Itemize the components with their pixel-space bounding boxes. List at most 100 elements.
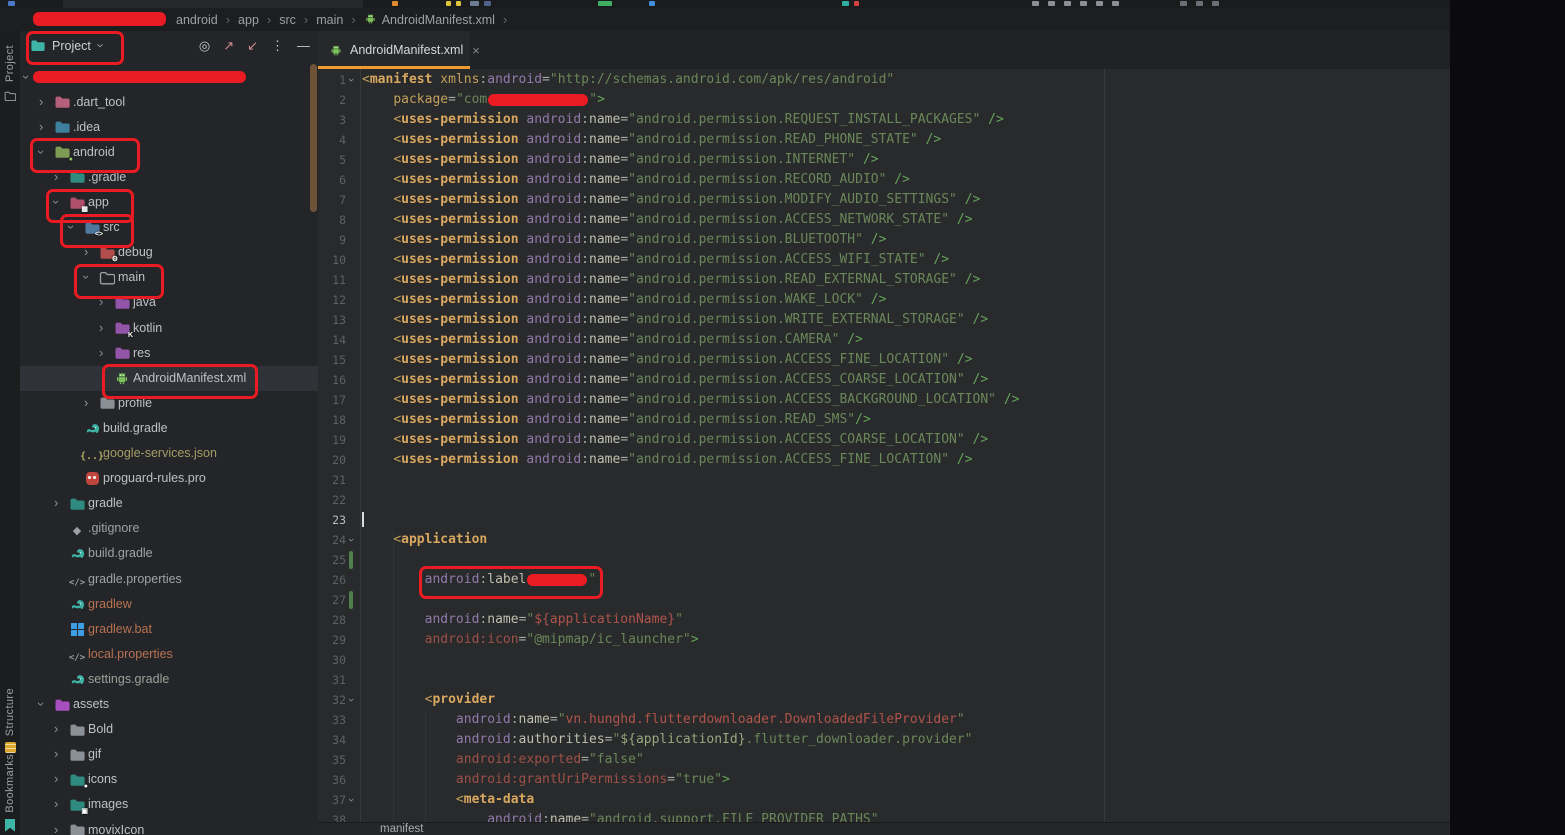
code-line-29[interactable]: android:icon="@mipmap/ic_launcher"> xyxy=(362,630,699,650)
chevron-collapsed-icon[interactable]: › xyxy=(84,396,88,410)
code-line-36[interactable]: android:grantUriPermissions="true"> xyxy=(362,770,730,790)
tree-item-gradle.properties[interactable]: </>gradle.properties xyxy=(20,567,318,592)
code-line-37[interactable]: <meta-data xyxy=(362,790,534,810)
tree-item-java[interactable]: ›java xyxy=(20,290,318,315)
breadcrumb-item-src[interactable]: src xyxy=(279,13,296,27)
chevron-collapsed-icon[interactable]: › xyxy=(84,245,88,259)
code-line-38[interactable]: android:name="android.support.FILE_PROVI… xyxy=(362,810,879,822)
tree-item-local.properties[interactable]: </>local.properties xyxy=(20,642,318,667)
code-line-4[interactable]: <uses-permission android:name="android.p… xyxy=(362,130,941,150)
chevron-collapsed-icon[interactable]: › xyxy=(54,823,58,835)
tree-item-res[interactable]: ›res xyxy=(20,341,318,366)
tree-item-gif[interactable]: ›gif xyxy=(20,742,318,767)
tree-item-.idea[interactable]: ›.idea xyxy=(20,115,318,140)
tree-item-AndroidManifest.xml[interactable]: AndroidManifest.xml xyxy=(20,366,318,391)
code-line-13[interactable]: <uses-permission android:name="android.p… xyxy=(362,310,988,330)
breadcrumb-item-android[interactable]: android xyxy=(176,13,218,27)
tree-item-app[interactable]: ›▦app xyxy=(20,190,318,215)
tree-item-profile[interactable]: ›profile xyxy=(20,391,318,416)
tree-item-kotlin[interactable]: ›Kkotlin xyxy=(20,316,318,341)
breadcrumb-item-main[interactable]: main xyxy=(316,13,343,27)
chevron-collapsed-icon[interactable]: › xyxy=(54,496,58,510)
chevron-expanded-icon[interactable]: › xyxy=(49,200,63,204)
chevron-collapsed-icon[interactable]: › xyxy=(54,797,58,811)
code-line-26[interactable]: android:label" xyxy=(362,570,596,590)
code-line-3[interactable]: <uses-permission android:name="android.p… xyxy=(362,110,1004,130)
tree-item-icons[interactable]: ›●icons xyxy=(20,767,318,792)
code-line-28[interactable]: android:name="${applicationName}" xyxy=(362,610,683,630)
tree-item-gradlew.bat[interactable]: gradlew.bat xyxy=(20,617,318,642)
chevron-collapsed-icon[interactable]: › xyxy=(39,95,43,109)
chevron-expanded-icon[interactable]: › xyxy=(34,150,48,154)
tree-item-root[interactable]: › xyxy=(20,65,318,90)
tree-item-gradle[interactable]: ›gradle xyxy=(20,491,318,516)
tree-item-build.gradle[interactable]: build.gradle xyxy=(20,416,318,441)
chevron-collapsed-icon[interactable]: › xyxy=(54,722,58,736)
code-line-7[interactable]: <uses-permission android:name="android.p… xyxy=(362,190,980,210)
tree-item-android[interactable]: ›●android xyxy=(20,140,318,165)
tab-androidmanifest[interactable]: AndroidManifest.xml × xyxy=(318,31,470,69)
code-line-15[interactable]: <uses-permission android:name="android.p… xyxy=(362,350,973,370)
chevron-expanded-icon[interactable]: › xyxy=(20,74,33,78)
code-line-34[interactable]: android:authorities="${applicationId}.fl… xyxy=(362,730,973,750)
tree-item-gradlew[interactable]: gradlew xyxy=(20,592,318,617)
tree-item-assets[interactable]: ›assets xyxy=(20,692,318,717)
code-line-6[interactable]: <uses-permission android:name="android.p… xyxy=(362,170,910,190)
project-tree-scrollbar[interactable] xyxy=(310,64,317,212)
chevron-expanded-icon[interactable]: › xyxy=(79,275,93,279)
code-line-24[interactable]: <application xyxy=(362,530,487,550)
breadcrumb-item-app[interactable]: app xyxy=(238,13,259,27)
code-line-8[interactable]: <uses-permission android:name="android.p… xyxy=(362,210,973,230)
code-line-18[interactable]: <uses-permission android:name="android.p… xyxy=(362,410,871,430)
code-line-14[interactable]: <uses-permission android:name="android.p… xyxy=(362,330,863,350)
tree-item-.gitignore[interactable]: ◆.gitignore xyxy=(20,516,318,541)
code-line-2[interactable]: package="com"> xyxy=(362,90,605,110)
tree-item-main[interactable]: ›main xyxy=(20,265,318,290)
tree-item-settings.gradle[interactable]: settings.gradle xyxy=(20,667,318,692)
tree-item-proguard-rules.pro[interactable]: proguard-rules.pro xyxy=(20,466,318,491)
close-tab-icon[interactable]: × xyxy=(472,43,480,58)
tree-item-debug[interactable]: ›⚙debug xyxy=(20,240,318,265)
chevron-collapsed-icon[interactable]: › xyxy=(99,321,103,335)
tree-item-Bold[interactable]: ›Bold xyxy=(20,717,318,742)
chevron-collapsed-icon[interactable]: › xyxy=(54,170,58,184)
tree-item-movixIcon[interactable]: ›movixIcon xyxy=(20,818,318,835)
code-line-19[interactable]: <uses-permission android:name="android.p… xyxy=(362,430,988,450)
breadcrumb-manifest[interactable]: manifest xyxy=(380,823,423,835)
tree-item-google-services.json[interactable]: {..}google-services.json xyxy=(20,441,318,466)
chevron-collapsed-icon[interactable]: › xyxy=(54,747,58,761)
tree-item-.dart_tool[interactable]: ›.dart_tool xyxy=(20,90,318,115)
code-line-20[interactable]: <uses-permission android:name="android.p… xyxy=(362,450,973,470)
breadcrumb-item-androidmanifest.xml[interactable]: AndroidManifest.xml xyxy=(364,12,495,28)
chevron-expanded-icon[interactable]: › xyxy=(64,225,78,229)
tree-item-src[interactable]: ›<>src xyxy=(20,215,318,240)
code-editor[interactable]: 1›23456789101112131415161718192021222324… xyxy=(318,69,1450,822)
fold-marker-icon[interactable]: › xyxy=(341,78,361,82)
code-line-11[interactable]: <uses-permission android:name="android.p… xyxy=(362,270,980,290)
sidebar-item-project[interactable]: Project xyxy=(0,45,20,106)
tree-item-images[interactable]: ›▣images xyxy=(20,792,318,817)
fold-marker-icon[interactable]: › xyxy=(341,698,361,702)
code-line-32[interactable]: <provider xyxy=(362,690,495,710)
sidebar-item-bookmarks[interactable]: Bookmarks xyxy=(0,754,20,832)
chevron-collapsed-icon[interactable]: › xyxy=(54,772,58,786)
code-line-23[interactable] xyxy=(362,510,364,530)
sidebar-item-structure[interactable]: Structure xyxy=(0,688,20,753)
code-line-35[interactable]: android:exported="false" xyxy=(362,750,644,770)
chevron-collapsed-icon[interactable]: › xyxy=(99,346,103,360)
code-line-5[interactable]: <uses-permission android:name="android.p… xyxy=(362,150,879,170)
chevron-collapsed-icon[interactable]: › xyxy=(99,295,103,309)
code-line-12[interactable]: <uses-permission android:name="android.p… xyxy=(362,290,886,310)
tree-item-.gradle[interactable]: ›.gradle xyxy=(20,165,318,190)
code-line-1[interactable]: <manifest xmlns:android="http://schemas.… xyxy=(362,70,894,90)
tree-item-build.gradle[interactable]: build.gradle xyxy=(20,541,318,566)
chevron-expanded-icon[interactable]: › xyxy=(34,702,48,706)
fold-marker-icon[interactable]: › xyxy=(341,798,361,802)
fold-marker-icon[interactable]: › xyxy=(341,538,361,542)
chevron-collapsed-icon[interactable]: › xyxy=(39,120,43,134)
code-line-33[interactable]: android:name="vn.hunghd.flutterdownloade… xyxy=(362,710,965,730)
code-line-17[interactable]: <uses-permission android:name="android.p… xyxy=(362,390,1019,410)
code-line-16[interactable]: <uses-permission android:name="android.p… xyxy=(362,370,988,390)
code-line-10[interactable]: <uses-permission android:name="android.p… xyxy=(362,250,949,270)
code-line-9[interactable]: <uses-permission android:name="android.p… xyxy=(362,230,886,250)
